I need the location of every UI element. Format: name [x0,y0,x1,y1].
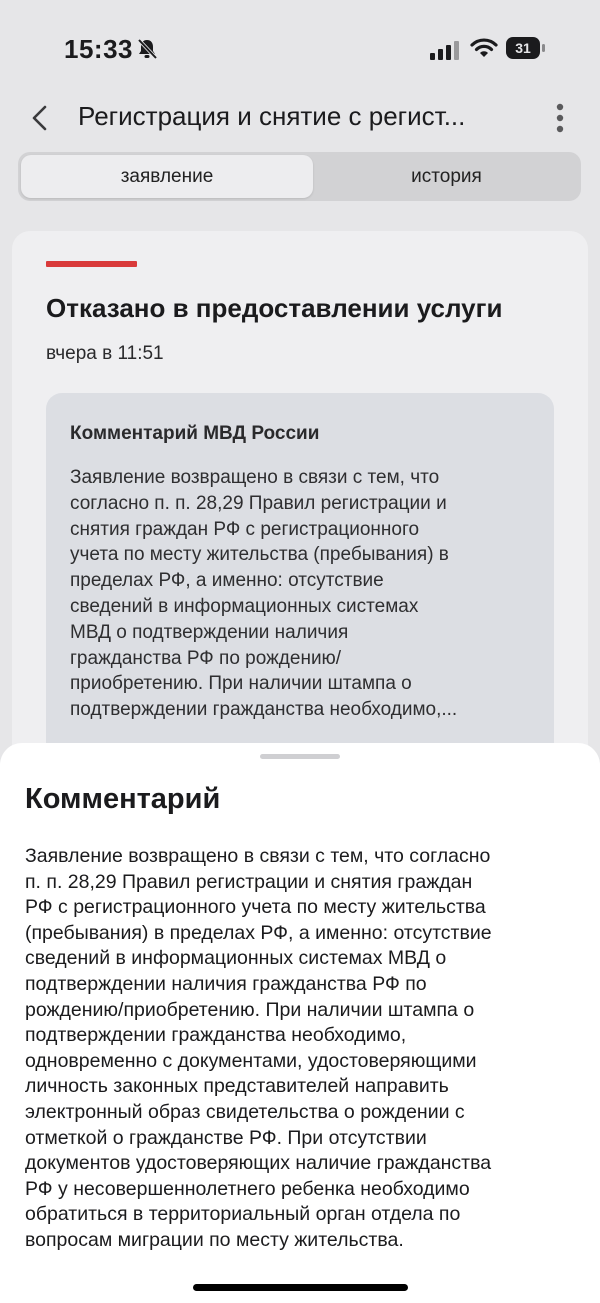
sheet-text-line: подтверждении наличия гражданства РФ по [25,972,427,995]
comment-preview-text: Заявление возвращено в связи с тем, что … [70,465,540,723]
header: Регистрация и снятие с регист... [0,96,600,140]
sheet-text-line: личность законных представителей направи… [25,1075,449,1098]
tab-switcher: заявление история [18,152,581,201]
comment-preview-line: учета по месту жительства (пребывания) в [70,544,449,566]
sheet-text-line: РФ с регистрационного учета по месту жит… [25,896,486,919]
comment-preview-line: Заявление возвращено в связи с тем, что [70,467,440,488]
status-accent-bar [46,261,137,267]
more-vertical-icon[interactable] [552,102,568,134]
comment-preview-line: МВД о подтверждении наличия [70,621,349,643]
battery-indicator: 31 [506,37,546,61]
sheet-text-line: отметкой о гражданстве РФ. При отсутстви… [25,1126,427,1149]
sheet-text-line: РФ у несовершеннолетнего ребенка необход… [25,1177,470,1200]
tab-application[interactable]: заявление [21,155,313,198]
sheet-title: Комментарий [25,783,221,815]
tab-history[interactable]: история [315,155,578,198]
wifi-icon [470,37,498,59]
status-bar: 15:33 31 [0,0,600,96]
comment-preview-line: сведений в информационных системах [70,595,419,617]
sheet-text-line: (пребывания) в пределах РФ, а именно: от… [25,921,492,944]
comment-preview-line: согласно п. п. 28,29 Правил регистрации … [70,492,447,514]
sheet-text-line: Заявление возвращено в связи с тем, что … [25,845,491,867]
chevron-left-icon[interactable] [28,104,52,132]
battery-cap [542,44,545,52]
comment-preview-line: пределах РФ, а именно: отсутствие [70,570,384,592]
sheet-text-line: рождению/приобретению. При наличии штамп… [25,998,475,1021]
home-indicator[interactable] [193,1284,408,1291]
comment-preview-line: приобретению. При наличии штампа о [70,673,412,695]
sheet-text-line: электронный образ свидетельства о рожден… [25,1100,465,1123]
sheet-text-line: вопросам миграции по месту жительства. [25,1228,404,1251]
sheet-text-line: одновременно с документами, удостоверяющ… [25,1049,477,1072]
bell-slash-icon [136,38,158,60]
comment-preview-line: гражданства РФ по рождению/ [70,647,342,669]
sheet-text-line: обратиться в территориальный орган отдел… [25,1203,461,1226]
battery-level: 31 [506,37,540,59]
sheet-text-line: сведений в информационных системах МВД о [25,947,447,970]
status-time: 15:33 [64,34,133,64]
comment-heading: Комментарий МВД России [70,423,320,444]
comment-bottom-sheet: Комментарий Заявление возвращено в связи… [0,743,600,1303]
status-title: Отказано в предоставлении услуги [46,293,503,323]
page-title: Регистрация и снятие с регист... [78,101,466,131]
sheet-text-line: документов удостоверяющих наличие гражда… [25,1152,492,1175]
sheet-text-line: п. п. 28,29 Правил регистрации и снятия … [25,870,473,893]
sheet-drag-handle[interactable] [260,754,340,759]
comment-preview-line: подтверждении гражданства необходимо,... [70,699,458,721]
sheet-comment-text: Заявление возвращено в связи с тем, что … [25,844,585,1254]
sheet-text-line: подтверждении гражданства необходимо, [25,1024,407,1047]
comment-preview-line: снятия граждан РФ с регистрационного [70,518,420,540]
cellular-signal-icon [430,40,460,60]
status-date: вчера в 11:51 [46,343,164,364]
